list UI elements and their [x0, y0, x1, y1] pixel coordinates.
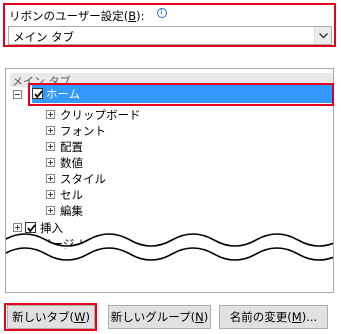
chevron-down-icon — [319, 33, 328, 39]
expand-toggle[interactable] — [46, 206, 55, 215]
rename-button[interactable]: 名前の変更(M)... — [219, 305, 328, 329]
tree-item-label: 配置 — [60, 140, 83, 154]
wavy-break-decoration — [6, 233, 333, 261]
ribbon-tabs-dropdown[interactable]: メイン タブ — [8, 26, 332, 45]
expand-toggle[interactable] — [46, 190, 55, 199]
tree-item-label: クリップボード — [60, 108, 141, 122]
tree-item-label: 数値 — [60, 156, 83, 170]
tree-item-label: スタイル — [60, 172, 106, 186]
expand-toggle[interactable] — [46, 174, 55, 183]
dropdown-toggle-button[interactable] — [314, 27, 331, 44]
ribbon-customize-label: リボンのユーザー設定(B): — [9, 9, 145, 23]
home-tab-highlight — [28, 83, 334, 106]
dropdown-selected-value: メイン タブ — [13, 30, 75, 44]
expand-toggle[interactable] — [46, 110, 55, 119]
tree-item-label: セル — [60, 188, 83, 202]
tree-item-label: 編集 — [60, 204, 83, 218]
expand-toggle[interactable] — [46, 142, 55, 151]
info-icon[interactable]: i — [157, 7, 167, 18]
tree-item-label: フォント — [60, 124, 106, 138]
collapse-toggle-home[interactable] — [13, 90, 22, 99]
new-tab-button[interactable]: 新しいタブ(W) — [7, 305, 95, 329]
expand-toggle[interactable] — [46, 158, 55, 167]
expand-toggle[interactable] — [46, 126, 55, 135]
new-group-button[interactable]: 新しいグループ(N) — [108, 305, 211, 329]
